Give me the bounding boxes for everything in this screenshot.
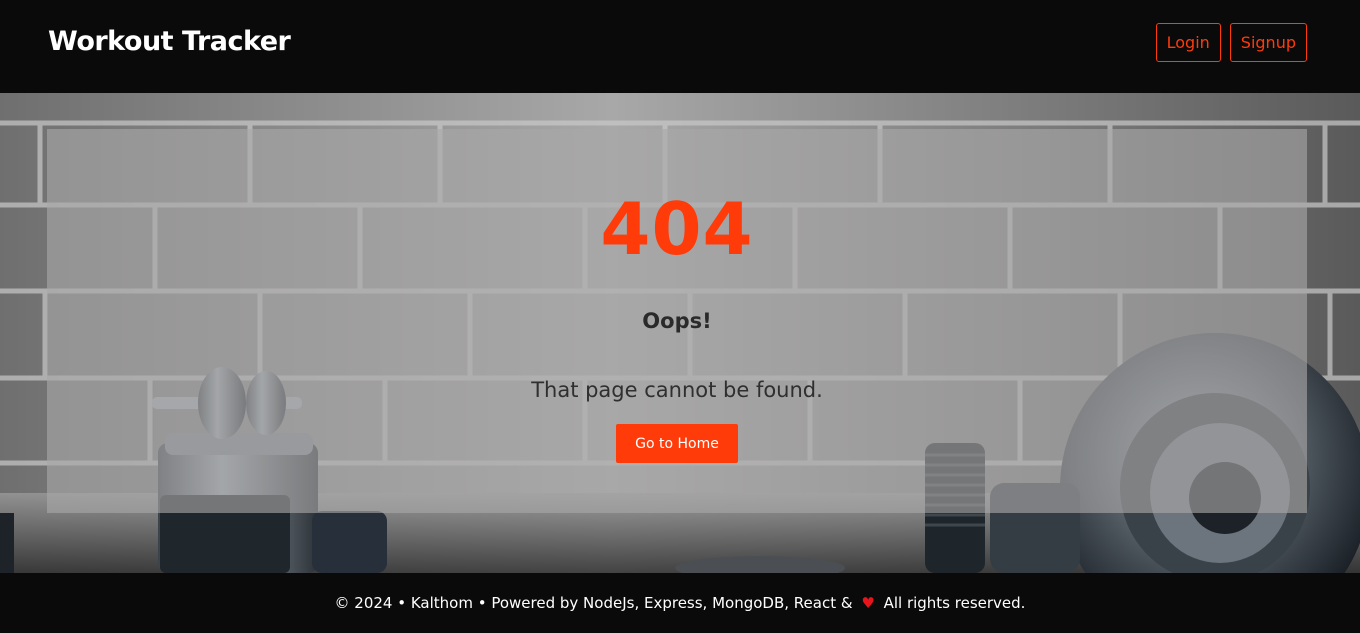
brand-logo-text[interactable]: Workout Tracker — [48, 22, 291, 62]
error-card: 404 Oops! That page cannot be found. Go … — [47, 129, 1307, 513]
hero-section: 404 Oops! That page cannot be found. Go … — [0, 93, 1360, 573]
error-message: That page cannot be found. — [531, 378, 823, 402]
heart-icon: ♥ — [861, 594, 875, 612]
footer-rights: All rights reserved. — [883, 594, 1026, 612]
footer-credits: © 2024 • Kalthom • Powered by NodeJs, Ex… — [334, 594, 853, 612]
login-button[interactable]: Login — [1155, 23, 1221, 62]
footer: © 2024 • Kalthom • Powered by NodeJs, Ex… — [0, 573, 1360, 626]
error-code: 404 — [600, 187, 754, 271]
error-title: Oops! — [642, 309, 712, 333]
top-navbar: Workout Tracker Login Signup — [0, 0, 1360, 93]
go-home-button[interactable]: Go to Home — [616, 424, 738, 463]
signup-button[interactable]: Signup — [1229, 23, 1307, 62]
auth-buttons: Login Signup — [1155, 23, 1307, 62]
